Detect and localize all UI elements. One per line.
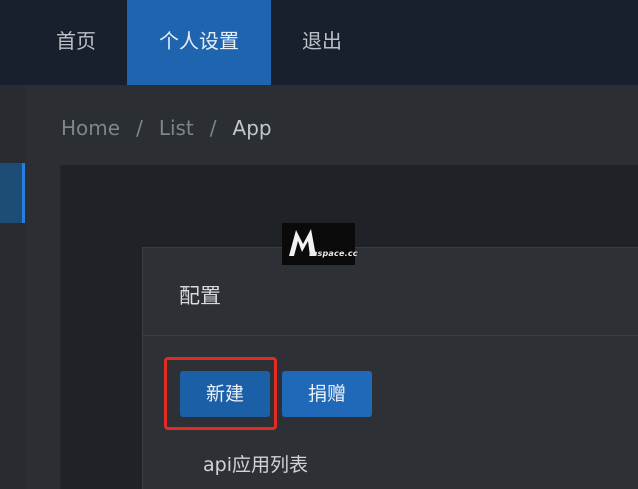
- breadcrumb-separator: /: [136, 116, 143, 140]
- nav-item-home[interactable]: 首页: [30, 0, 122, 85]
- breadcrumb-home[interactable]: Home: [61, 116, 120, 140]
- nav-item-personal-settings[interactable]: 个人设置: [127, 0, 271, 85]
- config-card: 配置 新建 捐赠 api应用列表: [142, 247, 638, 489]
- breadcrumb-current: App: [232, 116, 272, 140]
- breadcrumb-list[interactable]: List: [159, 116, 194, 140]
- card-title: 配置: [179, 284, 221, 308]
- nav-item-logout[interactable]: 退出: [275, 0, 369, 85]
- new-button[interactable]: 新建: [180, 371, 270, 417]
- watermark-logo: mspace.cc: [282, 223, 358, 265]
- api-app-list-heading: api应用列表: [203, 454, 308, 476]
- top-nav: 首页 个人设置 退出: [0, 0, 638, 85]
- sidebar-item-active[interactable]: [0, 163, 25, 223]
- watermark-text: mspace.cc: [309, 249, 358, 258]
- breadcrumb: Home / List / App: [61, 116, 272, 140]
- donate-button[interactable]: 捐赠: [282, 371, 372, 417]
- sidebar: [0, 85, 25, 489]
- card-divider: [143, 335, 638, 336]
- breadcrumb-separator: /: [209, 116, 217, 140]
